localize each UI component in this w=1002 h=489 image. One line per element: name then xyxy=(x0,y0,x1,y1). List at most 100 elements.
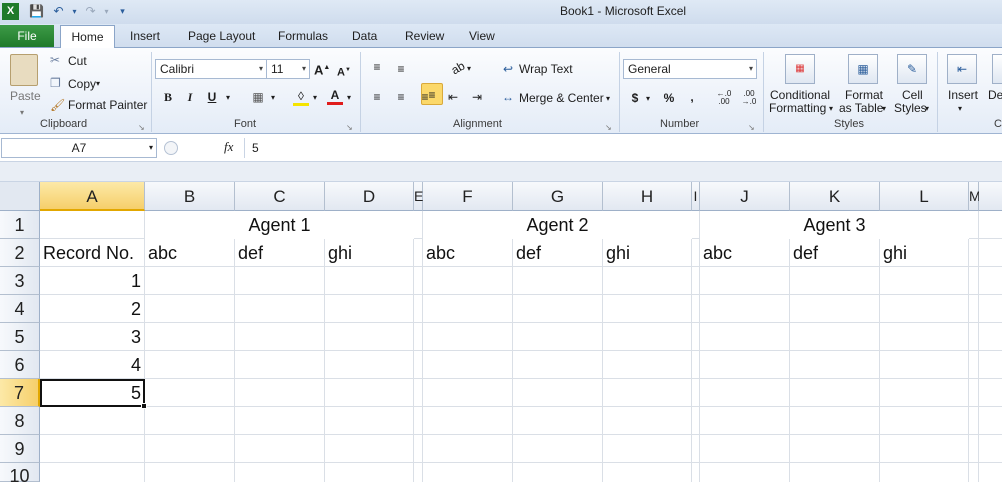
clipboard-launcher-icon[interactable]: ↘ xyxy=(138,121,145,135)
underline-button[interactable]: U xyxy=(205,90,219,104)
font-launcher-icon[interactable]: ↘ xyxy=(346,121,353,135)
increase-decimal-button[interactable]: ←.0 .00 xyxy=(713,90,735,106)
column-header-j[interactable]: J xyxy=(700,182,790,211)
column-header-e[interactable]: E xyxy=(414,182,423,211)
fill-color-icon[interactable]: ◊ xyxy=(293,89,309,106)
format-as-table-label-1[interactable]: Format xyxy=(845,88,883,102)
name-box[interactable]: A7 ▾ xyxy=(1,138,157,158)
redo-dropdown-icon[interactable]: ▾ xyxy=(98,3,115,20)
row-header-1[interactable]: 1 xyxy=(0,211,40,239)
conditional-formatting-label-1[interactable]: Conditional xyxy=(770,88,830,102)
agent-3-header[interactable]: Agent 3 xyxy=(700,211,969,239)
conditional-formatting-dropdown-icon[interactable]: ▾ xyxy=(829,102,833,116)
align-middle-icon[interactable]: ≡ xyxy=(393,62,409,76)
subheader-cell[interactable]: abc xyxy=(148,239,177,267)
cut-button[interactable]: Cut xyxy=(68,54,87,68)
copy-icon[interactable]: ❐ xyxy=(50,76,61,90)
tab-review[interactable]: Review xyxy=(405,29,444,43)
alignment-launcher-icon[interactable]: ↘ xyxy=(605,121,612,135)
wrap-text-icon[interactable]: ↩ xyxy=(500,62,516,76)
conditional-formatting-icon[interactable]: ▦ xyxy=(785,54,815,84)
redo-icon[interactable]: ↷ xyxy=(82,3,99,20)
decrease-decimal-button[interactable]: .00 →.0 xyxy=(738,90,760,106)
tab-page-layout[interactable]: Page Layout xyxy=(188,29,255,43)
column-header-m[interactable]: M xyxy=(969,182,981,211)
font-size-select[interactable]: 11 ▾ xyxy=(266,59,310,79)
cell-styles-icon[interactable]: ✎ xyxy=(897,54,927,84)
record-no-header[interactable]: Record No. xyxy=(43,239,134,267)
format-as-table-dropdown-icon[interactable]: ▾ xyxy=(882,102,886,116)
column-header-l[interactable]: L xyxy=(880,182,969,211)
tab-insert[interactable]: Insert xyxy=(130,29,160,43)
row-header-5[interactable]: 5 xyxy=(0,323,40,351)
orientation-dropdown-icon[interactable]: ▾ xyxy=(467,62,471,76)
row-header-9[interactable]: 9 xyxy=(0,435,40,463)
copy-dropdown-icon[interactable]: ▾ xyxy=(96,77,100,91)
column-header-b[interactable]: B xyxy=(145,182,235,211)
merge-dropdown-icon[interactable]: ▾ xyxy=(606,92,610,106)
delete-cells-icon[interactable] xyxy=(992,54,1002,84)
comma-button[interactable]: , xyxy=(687,90,697,104)
row-header-4[interactable]: 4 xyxy=(0,295,40,323)
insert-function-button[interactable]: fx xyxy=(224,140,233,154)
currency-button[interactable]: $ xyxy=(629,91,641,105)
insert-cells-icon[interactable]: ⇤ xyxy=(947,54,977,84)
tab-file[interactable]: File xyxy=(0,25,54,47)
borders-dropdown-icon[interactable]: ▾ xyxy=(271,91,275,105)
decrease-indent-icon[interactable]: ⇤ xyxy=(445,90,461,104)
copy-button[interactable]: Copy xyxy=(68,77,96,91)
save-icon[interactable]: 💾 xyxy=(28,3,45,20)
row-header-10[interactable]: 10 xyxy=(0,463,40,486)
subheader-cell[interactable]: abc xyxy=(703,239,732,267)
format-as-table-icon[interactable]: ▦ xyxy=(848,54,878,84)
tab-home[interactable]: Home xyxy=(60,25,115,49)
agent-1-header[interactable]: Agent 1 xyxy=(145,211,414,239)
font-color-dropdown-icon[interactable]: ▾ xyxy=(347,91,351,105)
font-color-icon[interactable]: A xyxy=(327,88,343,105)
undo-dropdown-icon[interactable]: ▾ xyxy=(66,3,83,20)
column-header-f[interactable]: F xyxy=(423,182,513,211)
bold-button[interactable]: B xyxy=(161,90,175,104)
format-as-table-label-2[interactable]: as Table xyxy=(839,101,883,115)
subheader-cell[interactable]: def xyxy=(793,239,818,267)
tab-view[interactable]: View xyxy=(469,29,495,43)
row-header-2[interactable]: 2 xyxy=(0,239,40,267)
shrink-font-icon[interactable]: A▼ xyxy=(337,63,351,80)
customize-toolbar-icon[interactable]: ▾ xyxy=(114,3,131,20)
row-header-8[interactable]: 8 xyxy=(0,407,40,435)
number-launcher-icon[interactable]: ↘ xyxy=(748,121,755,135)
format-painter-button[interactable]: Format Painter xyxy=(68,98,147,112)
fill-handle[interactable] xyxy=(141,403,147,409)
italic-button[interactable]: I xyxy=(183,90,197,104)
subheader-cell[interactable]: ghi xyxy=(606,239,630,267)
cut-icon[interactable]: ✂ xyxy=(50,53,60,67)
number-format-select[interactable]: General ▾ xyxy=(623,59,757,79)
percent-button[interactable]: % xyxy=(662,91,676,105)
cell-styles-label-2[interactable]: Styles xyxy=(894,101,927,115)
formula-input[interactable]: 5 xyxy=(252,141,259,155)
cell-styles-dropdown-icon[interactable]: ▾ xyxy=(925,102,929,116)
subheader-cell[interactable]: ghi xyxy=(328,239,352,267)
paste-button[interactable]: Paste xyxy=(10,89,41,103)
subheader-cell[interactable]: abc xyxy=(426,239,455,267)
agent-2-header[interactable]: Agent 2 xyxy=(423,211,692,239)
format-painter-icon[interactable]: 🖌 xyxy=(50,98,65,112)
grow-font-icon[interactable]: A▲ xyxy=(314,61,330,77)
merge-center-button[interactable]: Merge & Center xyxy=(519,91,604,105)
select-all-button[interactable] xyxy=(0,182,40,211)
align-right-icon[interactable]: ≡ xyxy=(417,90,433,104)
column-header-h[interactable]: H xyxy=(603,182,692,211)
underline-dropdown-icon[interactable]: ▾ xyxy=(226,91,230,105)
record-cell[interactable]: 4 xyxy=(40,351,141,379)
currency-dropdown-icon[interactable]: ▾ xyxy=(646,92,650,106)
excel-logo-icon[interactable]: X xyxy=(2,3,19,20)
undo-icon[interactable]: ↶ xyxy=(50,3,67,20)
font-name-select[interactable]: Calibri ▾ xyxy=(155,59,267,79)
conditional-formatting-label-2[interactable]: Formatting xyxy=(769,101,826,115)
column-header-i[interactable]: I xyxy=(692,182,700,211)
record-cell[interactable]: 3 xyxy=(40,323,141,351)
subheader-cell[interactable]: def xyxy=(516,239,541,267)
insert-cells-button[interactable]: Insert xyxy=(948,88,978,102)
row-header-6[interactable]: 6 xyxy=(0,351,40,379)
subheader-cell[interactable]: def xyxy=(238,239,263,267)
